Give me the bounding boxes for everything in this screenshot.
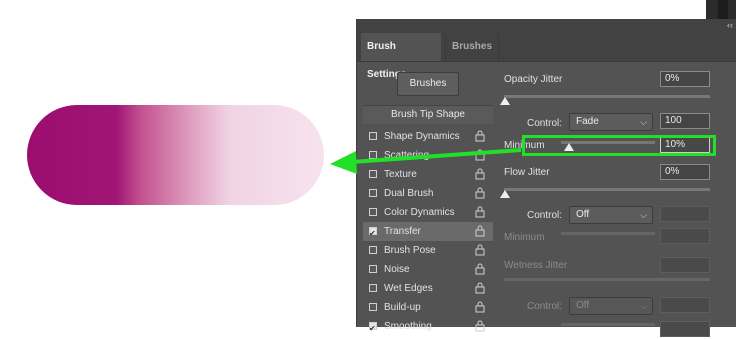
lock-icon[interactable]: [475, 320, 485, 332]
opacity-jitter-field[interactable]: 0%: [660, 71, 710, 87]
list-item-label: Noise: [384, 264, 410, 275]
checkbox[interactable]: [369, 132, 377, 140]
wetness-control-label: Control:: [527, 301, 563, 312]
checkbox[interactable]: [369, 265, 377, 273]
flow-control-field[interactable]: [660, 206, 710, 222]
lock-icon[interactable]: [475, 301, 485, 313]
app-frame-corner: [706, 0, 736, 20]
list-item-color-dynamics[interactable]: Color Dynamics: [363, 203, 493, 222]
lock-icon[interactable]: [475, 244, 485, 256]
checkbox[interactable]: [369, 189, 377, 197]
brush-settings-panel: ‹‹ Brush Settings Brushes Brushes Brush …: [356, 19, 736, 338]
lock-icon[interactable]: [475, 149, 485, 161]
list-item-brush-tip-shape[interactable]: Brush Tip Shape: [363, 105, 493, 124]
brushes-button[interactable]: Brushes: [397, 72, 459, 96]
checkbox[interactable]: [369, 303, 377, 311]
lock-icon[interactable]: [475, 187, 485, 199]
wetness-jitter-field[interactable]: [660, 257, 710, 273]
collapse-panel-icon[interactable]: ‹‹: [727, 20, 733, 30]
list-item-scattering[interactable]: Scattering: [363, 146, 493, 165]
list-item-label: Brush Pose: [384, 245, 436, 256]
checkbox[interactable]: [369, 319, 377, 338]
wetness-control-field[interactable]: [660, 297, 710, 313]
wetness-control-value: Off: [576, 300, 590, 311]
list-item-label: Wet Edges: [384, 283, 433, 294]
flow-jitter-field[interactable]: 0%: [660, 164, 710, 180]
list-item-label: Dual Brush: [384, 188, 434, 199]
checkbox[interactable]: [369, 208, 377, 216]
tab-brushes[interactable]: Brushes: [445, 33, 499, 61]
opacity-jitter-thumb[interactable]: [500, 97, 510, 105]
opacity-control-value: Fade: [576, 116, 599, 127]
flow-control-value: Off: [576, 209, 590, 220]
lock-icon[interactable]: [475, 263, 485, 275]
flow-minimum-slider[interactable]: [561, 232, 655, 235]
highlight-box: [522, 135, 716, 156]
list-item-wet-edges[interactable]: Wet Edges: [363, 279, 493, 298]
wetness-jitter-label: Wetness Jitter: [504, 260, 568, 271]
checkbox[interactable]: [369, 284, 377, 292]
list-item-transfer[interactable]: Transfer: [363, 222, 493, 243]
panel-header: ‹‹: [357, 19, 736, 33]
flow-jitter-label: Flow Jitter: [504, 167, 550, 178]
list-item-brush-pose[interactable]: Brush Pose: [363, 241, 493, 260]
flow-control-label: Control:: [527, 210, 563, 221]
wetness-jitter-slider[interactable]: [504, 278, 710, 281]
checkbox[interactable]: [369, 170, 377, 178]
checkbox[interactable]: [369, 224, 377, 243]
opacity-control-label: Control:: [527, 118, 563, 129]
flow-minimum-field[interactable]: [660, 228, 710, 244]
opacity-jitter-label: Opacity Jitter: [504, 74, 563, 85]
lock-icon[interactable]: [475, 282, 485, 294]
list-item-label: Scattering: [384, 150, 430, 161]
panel-tabbar: Brush Settings Brushes: [357, 33, 736, 80]
chevron-down-icon: ⌵: [640, 301, 647, 311]
tab-brush-settings[interactable]: Brush Settings: [361, 33, 441, 80]
list-item-noise[interactable]: Noise: [363, 260, 493, 279]
list-item-label: Build-up: [384, 302, 421, 313]
list-item-build-up[interactable]: Build-up: [363, 298, 493, 317]
wetness-minimum-slider[interactable]: [561, 323, 655, 326]
flow-jitter-thumb[interactable]: [500, 190, 510, 198]
list-item-shape-dynamics[interactable]: Shape Dynamics: [363, 127, 493, 146]
flow-jitter-slider[interactable]: [504, 188, 710, 191]
lock-icon[interactable]: [475, 130, 485, 142]
fade-steps-field[interactable]: 100: [660, 113, 710, 129]
lock-icon[interactable]: [475, 225, 485, 237]
wetness-minimum-field[interactable]: [660, 321, 710, 337]
list-item-label: Transfer: [384, 226, 421, 237]
list-item-dual-brush[interactable]: Dual Brush: [363, 184, 493, 203]
checkbox[interactable]: [369, 246, 377, 254]
wetness-control-select[interactable]: Off ⌵: [569, 297, 653, 315]
list-item-label: Shape Dynamics: [384, 131, 460, 142]
flow-minimum-label: Minimum: [504, 232, 545, 243]
list-item-texture[interactable]: Texture: [363, 165, 493, 184]
opacity-jitter-slider[interactable]: [504, 95, 710, 98]
list-item-label: Color Dynamics: [384, 207, 455, 218]
chevron-down-icon: ⌵: [640, 210, 647, 220]
opacity-control-select[interactable]: Fade ⌵: [569, 113, 653, 131]
checkbox[interactable]: [369, 151, 377, 159]
lock-icon[interactable]: [475, 206, 485, 218]
chevron-down-icon: ⌵: [640, 117, 647, 127]
brush-stroke-preview: [27, 105, 324, 205]
list-item-label: Texture: [384, 169, 417, 180]
lock-icon[interactable]: [475, 168, 485, 180]
flow-control-select[interactable]: Off ⌵: [569, 206, 653, 224]
